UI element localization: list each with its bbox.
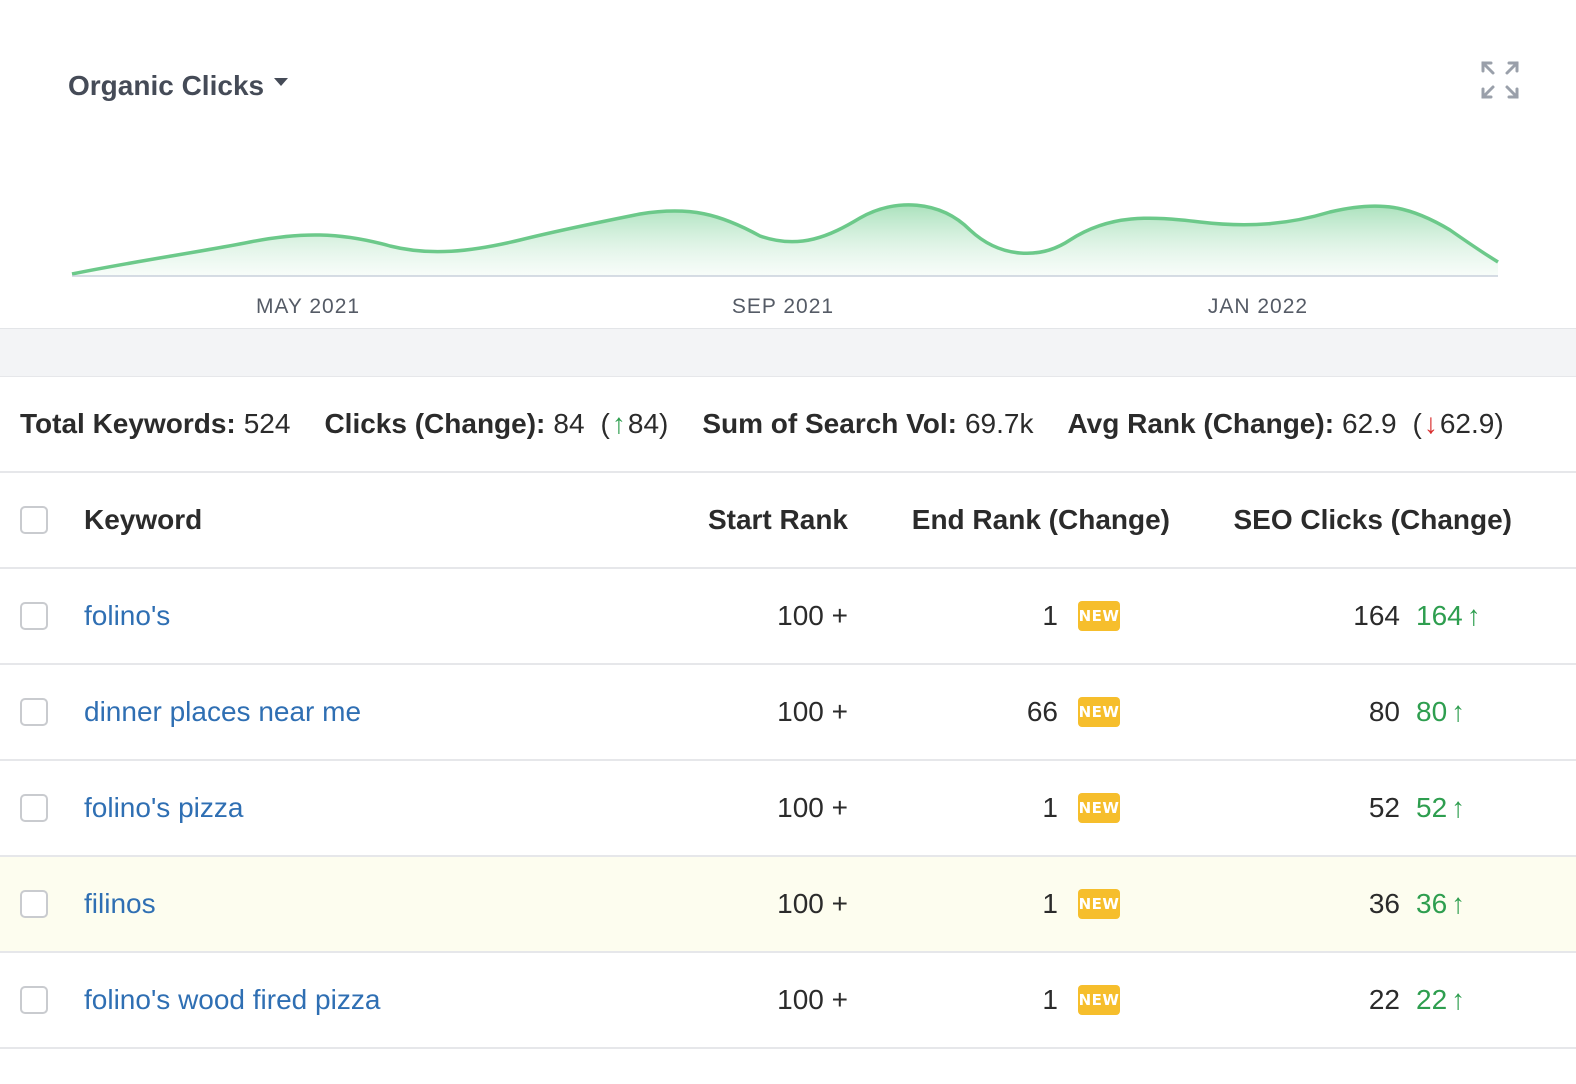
organic-clicks-chart-card: Organic Clicks MAY 2021 SEP 2021 JAN 202… [0,0,1576,329]
total-keywords-label: Total Keywords: [20,408,236,439]
search-vol-stat: Sum of Search Vol: 69.7k [702,408,1033,440]
end-rank-cell: 66 [1026,696,1058,727]
keyword-link[interactable]: folino's pizza [84,792,243,824]
x-tick-label: JAN 2022 [1208,295,1308,318]
arrow-up-icon: ↑ [1466,600,1481,631]
arrow-up-icon: ↑ [1451,696,1466,727]
new-badge: NEW [1078,601,1120,631]
seo-clicks-column-header[interactable]: SEO Clicks (Change) [1233,504,1512,536]
arrow-up-icon: ↑ [611,408,626,439]
total-keywords-stat: Total Keywords: 524 [20,408,290,440]
seo-clicks-change-value: 164 [1416,600,1463,631]
seo-clicks-cell: 36 [1368,888,1400,919]
row-checkbox[interactable] [20,794,48,822]
table-row: filinos 100 + 1 NEW 36 36 ↑ [0,857,1576,953]
arrow-down-icon: ↓ [1423,408,1438,439]
x-tick-label: SEP 2021 [732,295,834,318]
keyword-link[interactable]: filinos [84,888,156,920]
seo-clicks-change-value: 22 [1416,984,1448,1015]
arrow-up-icon: ↑ [1451,888,1466,919]
row-checkbox[interactable] [20,986,48,1014]
seo-clicks-change: 164 ↑ [1416,600,1481,632]
search-vol-label: Sum of Search Vol: [702,408,957,439]
total-keywords-value: 524 [243,408,291,439]
row-checkbox[interactable] [20,698,48,726]
start-rank-column-header[interactable]: Start Rank [708,504,848,536]
x-tick-label: MAY 2021 [256,295,360,318]
row-checkbox[interactable] [20,602,48,630]
clicks-change-value: 84) [627,408,669,439]
clicks-change-open: ( [600,408,610,439]
seo-clicks-cell: 22 [1368,984,1400,1015]
organic-clicks-chart: MAY 2021 SEP 2021 JAN 2022 [71,203,1499,318]
start-rank-cell: 100 + [777,792,848,823]
seo-clicks-change: 52 ↑ [1416,792,1465,824]
row-checkbox[interactable] [20,890,48,918]
new-badge: NEW [1078,793,1120,823]
keyword-column-header[interactable]: Keyword [84,504,202,536]
seo-clicks-change-value: 36 [1416,888,1448,919]
keyword-link[interactable]: dinner places near me [84,696,361,728]
keyword-link[interactable]: folino's wood fired pizza [84,984,380,1016]
table-row: folino's 100 + 1 NEW 164 164 ↑ [0,569,1576,665]
new-badge: NEW [1078,985,1120,1015]
seo-clicks-change: 22 ↑ [1416,984,1465,1016]
end-rank-cell: 1 [1042,984,1058,1015]
clicks-value: 84 [553,408,585,439]
seo-clicks-cell: 80 [1368,696,1400,727]
seo-clicks-cell: 52 [1368,792,1400,823]
clicks-label: Clicks (Change): [324,408,546,439]
clicks-change-stat: Clicks (Change): 84 ( ↑ 84) [324,408,668,440]
search-vol-value: 69.7k [964,408,1034,439]
table-row: folino's pizza 100 + 1 NEW 52 52 ↑ [0,761,1576,857]
keyword-summary-bar: Total Keywords: 524 Clicks (Change): 84 … [0,377,1576,473]
table-row: dinner places near me 100 + 66 NEW 80 80… [0,665,1576,761]
avg-rank-label: Avg Rank (Change): [1067,408,1335,439]
start-rank-cell: 100 + [777,888,848,919]
keyword-link[interactable]: folino's [84,600,170,632]
seo-clicks-cell: 164 [1353,600,1400,631]
avg-rank-value: 62.9 [1342,408,1397,439]
new-badge: NEW [1078,697,1120,727]
seo-clicks-change: 36 ↑ [1416,888,1465,920]
arrow-up-icon: ↑ [1451,792,1466,823]
avg-rank-change-value: 62.9) [1439,408,1504,439]
keywords-table: Keyword Start Rank End Rank (Change) SEO… [0,472,1576,1049]
start-rank-cell: 100 + [777,984,848,1015]
select-all-checkbox[interactable] [20,505,48,534]
seo-clicks-change-value: 80 [1416,696,1448,727]
section-divider [0,329,1576,377]
end-rank-cell: 1 [1042,888,1058,919]
seo-clicks-change: 80 ↑ [1416,696,1465,728]
avg-rank-stat: Avg Rank (Change): 62.9 ( ↓ 62.9) [1067,408,1503,440]
seo-clicks-change-value: 52 [1416,792,1448,823]
end-rank-cell: 1 [1042,792,1058,823]
table-row: folino's wood fired pizza 100 + 1 NEW 22… [0,953,1576,1049]
arrow-up-icon: ↑ [1451,984,1466,1015]
start-rank-cell: 100 + [777,600,848,631]
table-header-row: Keyword Start Rank End Rank (Change) SEO… [0,472,1576,569]
end-rank-column-header[interactable]: End Rank (Change) [912,504,1170,536]
new-badge: NEW [1078,889,1120,919]
avg-rank-change-open: ( [1412,408,1422,439]
end-rank-cell: 1 [1042,600,1058,631]
start-rank-cell: 100 + [777,696,848,727]
